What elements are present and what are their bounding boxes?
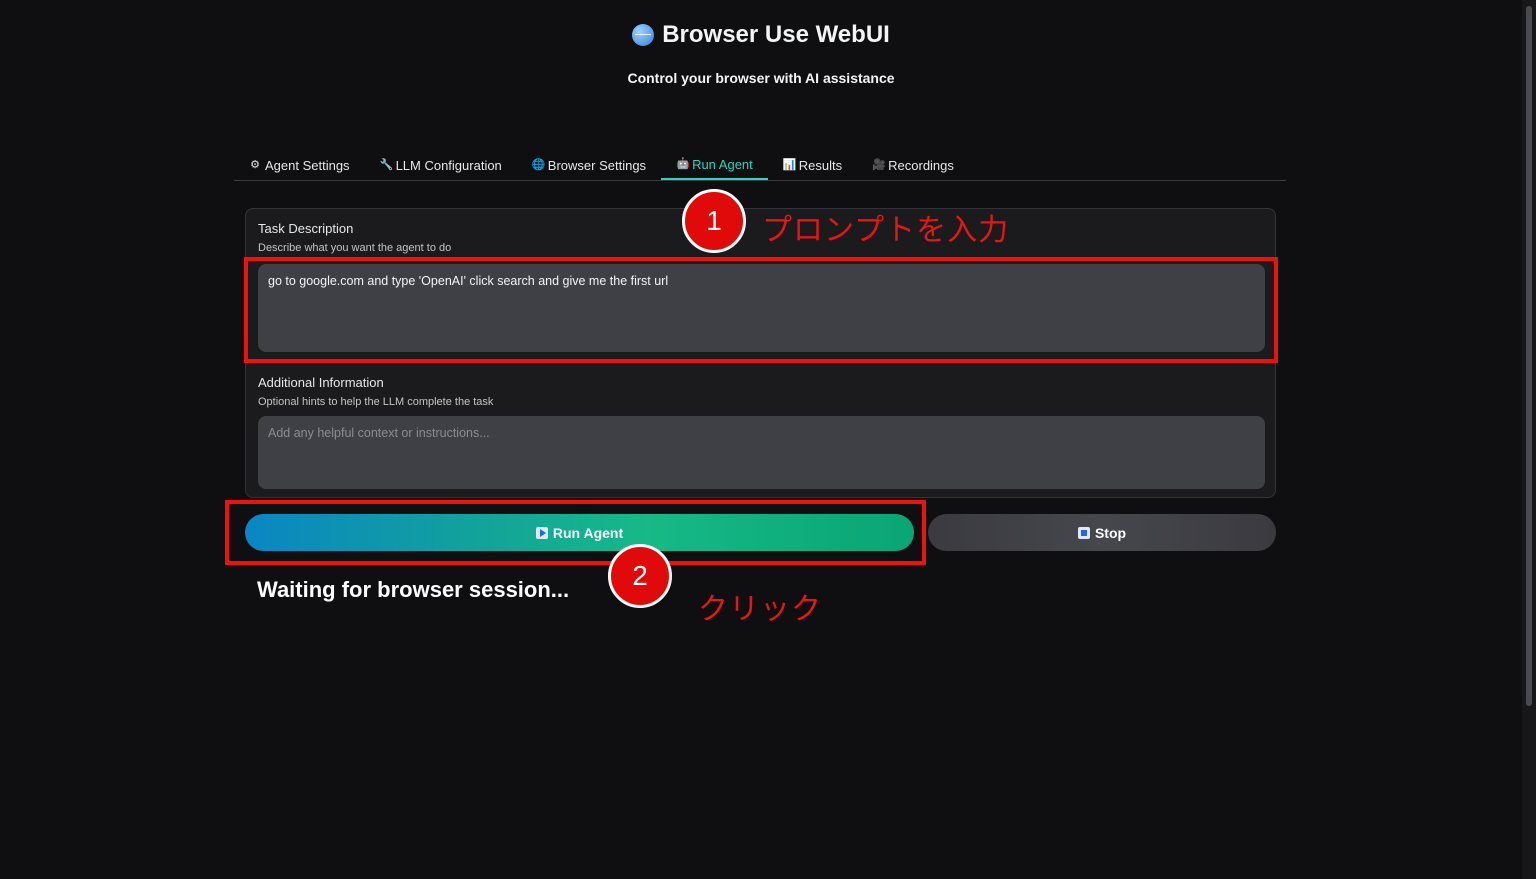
tab-results[interactable]: 📊 Results <box>768 150 857 180</box>
tab-label: Recordings <box>888 157 954 173</box>
scrollbar-thumb[interactable] <box>1526 6 1532 706</box>
additional-info-hint: Optional hints to help the LLM complete … <box>258 396 494 408</box>
robot-icon: 🤖 <box>676 158 690 170</box>
task-description-hint: Describe what you want the agent to do <box>258 242 452 254</box>
tab-agent-settings[interactable]: ⚙ Agent Settings <box>234 150 365 180</box>
globe-icon: 🌐 <box>531 159 546 171</box>
tab-label: LLM Configuration <box>395 157 502 173</box>
page-title-text: Browser Use WebUI <box>662 21 890 48</box>
tab-llm-configuration[interactable]: 🔧 LLM Configuration <box>365 150 517 180</box>
stop-label: Stop <box>1094 524 1127 541</box>
task-description-label: Task Description <box>258 221 354 236</box>
tab-label: Results <box>798 157 843 173</box>
additional-info-label: Additional Information <box>258 375 384 390</box>
scrollbar[interactable] <box>1522 0 1536 879</box>
annotation-text-1: プロンプトを入力 <box>762 214 1010 247</box>
page-title: Browser Use WebUI <box>0 18 1522 52</box>
stop-button[interactable]: Stop <box>928 514 1276 551</box>
annotation-marker-1: 1 <box>682 189 746 253</box>
tab-label: Agent Settings <box>265 157 350 173</box>
tab-label: Browser Settings <box>547 157 647 173</box>
film-icon: 🎥 <box>872 159 886 171</box>
annotation-box-task <box>244 257 1278 363</box>
annotation-box-run <box>225 500 926 565</box>
tab-bar: ⚙ Agent Settings 🔧 LLM Configuration 🌐 B… <box>234 150 1286 181</box>
tab-label: Run Agent <box>692 156 753 172</box>
page-subtitle: Control your browser with AI assistance <box>627 70 895 86</box>
stop-icon <box>1077 526 1090 539</box>
header: Browser Use WebUI Control your browser w… <box>0 18 1522 86</box>
annotation-text-2: クリック <box>698 593 822 626</box>
tab-recordings[interactable]: 🎥 Recordings <box>857 150 969 180</box>
globe-icon <box>632 24 655 46</box>
chart-icon: 📊 <box>782 159 797 171</box>
wrench-icon: 🔧 <box>379 159 394 171</box>
tab-run-agent[interactable]: 🤖 Run Agent <box>661 150 768 180</box>
annotation-marker-2: 2 <box>608 544 672 608</box>
status-text: Waiting for browser session... <box>257 577 570 602</box>
additional-info-input[interactable]: Add any helpful context or instructions.… <box>258 416 1265 489</box>
tab-browser-settings[interactable]: 🌐 Browser Settings <box>517 150 661 180</box>
gear-icon: ⚙ <box>250 159 260 171</box>
